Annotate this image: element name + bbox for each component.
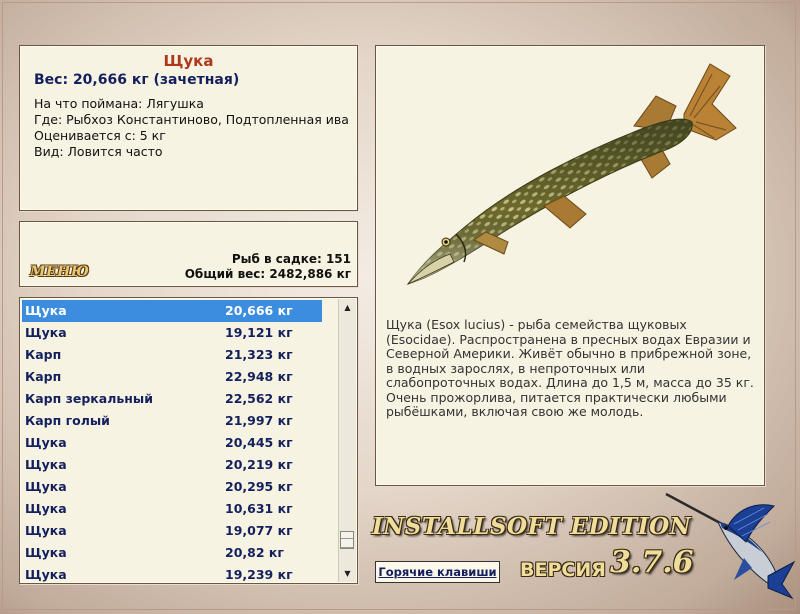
catch-fish-name: Щука: [25, 501, 67, 516]
menu-button[interactable]: МЕНЮ: [30, 264, 89, 280]
fish-description: Щука (Esox lucius) - рыба семейства щуко…: [386, 317, 754, 419]
catch-list-row[interactable]: Щука 20,445 кг: [22, 432, 338, 454]
scroll-up-button[interactable]: ▲: [340, 300, 355, 315]
catch-fish-weight: 22,562 кг: [225, 391, 293, 406]
catch-fish-name: Карп зеркальный: [25, 391, 153, 406]
catch-fish-name: Щука: [25, 457, 67, 472]
fish-description-panel: Щука (Esox lucius) - рыба семейства щуко…: [375, 45, 765, 486]
catch-list-rows: Щука 20,666 кг Щука 19,121 кг Карп 21,323 кг К…: [22, 300, 338, 583]
catch-list-row[interactable]: Карп 22,948 кг: [22, 366, 338, 388]
catch-fish-weight: 19,121 кг: [225, 325, 293, 340]
pike-image: [406, 63, 737, 286]
catch-fish-weight: 20,445 кг: [225, 435, 293, 450]
catch-location: Где: Рыбхоз Константиново, Подтопленная …: [34, 112, 349, 127]
marlin-logo-icon: [665, 492, 796, 600]
keepnet-stats-panel: МЕНЮ Рыб в садке: 151 Общий вес: 2482,88…: [19, 221, 358, 287]
scroll-thumb[interactable]: [340, 531, 354, 549]
catch-fish-weight: 20,219 кг: [225, 457, 293, 472]
catch-list-row[interactable]: Щука 20,82 кг: [22, 542, 338, 564]
total-weight: Общий вес: 2482,886 кг: [184, 267, 351, 281]
fish-weight: Вес: 20,666 кг (зачетная): [34, 72, 240, 88]
list-scrollbar[interactable]: ▲ ▼: [338, 299, 356, 582]
catch-fish-name: Щука: [25, 479, 67, 494]
edition-logo-text: INSTALLSOFT EDITION: [372, 513, 692, 540]
catch-fish-name: Щука: [25, 567, 67, 582]
catch-fish-name: Щука: [25, 325, 67, 340]
catch-fish-name: Щука: [25, 523, 67, 538]
arrow-up-icon: ▲: [344, 303, 351, 312]
fish-count: Рыб в садке: 151: [231, 252, 351, 266]
catch-list[interactable]: Щука 20,666 кг Щука 19,121 кг Карп 21,323 кг К…: [19, 297, 358, 584]
keepnet-counts: Рыб в садке: 151 Общий вес: 2482,886 кг: [185, 252, 351, 282]
catch-fish-weight: 21,997 кг: [225, 413, 293, 428]
fish-kind: Вид: Ловится часто: [34, 144, 163, 159]
catch-list-row[interactable]: Карп голый 21,997 кг: [22, 410, 338, 432]
catch-list-row[interactable]: Карп 21,323 кг: [22, 344, 338, 366]
catch-fish-name: Щука: [25, 303, 67, 318]
fish-title: Щука: [163, 52, 214, 70]
catch-list-row[interactable]: Карп зеркальный 22,562 кг: [22, 388, 338, 410]
catch-fish-weight: 21,323 кг: [225, 347, 293, 362]
catch-list-row[interactable]: Щука 19,121 кг: [22, 322, 338, 344]
catch-fish-weight: 20,666 кг: [225, 303, 293, 318]
catch-fish-weight: 20,295 кг: [225, 479, 293, 494]
catch-fish-name: Карп голый: [25, 413, 110, 428]
catch-info-panel: Щука Вес: 20,666 кг (зачетная) На что по…: [19, 45, 358, 211]
arrow-down-icon: ▼: [344, 569, 351, 578]
catch-list-row[interactable]: Щука 19,077 кг: [22, 520, 338, 542]
caught-with: На что поймана: Лягушка: [34, 96, 204, 111]
catch-list-row[interactable]: Щука 20,666 кг: [22, 300, 322, 322]
catch-fish-weight: 22,948 кг: [225, 369, 293, 384]
catch-fish-weight: 10,631 кг: [225, 501, 293, 516]
version-label: ВЕРСИЯ: [520, 559, 606, 581]
catch-list-row[interactable]: Щука 20,219 кг: [22, 454, 338, 476]
catch-fish-name: Карп: [25, 369, 62, 384]
catch-fish-name: Карп: [25, 347, 62, 362]
catch-fish-weight: 19,239 кг: [225, 567, 293, 582]
catch-fish-weight: 19,077 кг: [225, 523, 293, 538]
hotkeys-button[interactable]: Горячие клавиши: [375, 561, 500, 583]
catch-list-row[interactable]: Щука 19,239 кг: [22, 564, 338, 583]
catch-fish-weight: 20,82 кг: [225, 545, 284, 560]
catch-list-row[interactable]: Щука 10,631 кг: [22, 498, 338, 520]
catch-fish-name: Щука: [25, 545, 67, 560]
scroll-down-button[interactable]: ▼: [340, 566, 355, 581]
catch-list-row[interactable]: Щука 20,295 кг: [22, 476, 338, 498]
catch-details: На что поймана: Лягушка Где: Рыбхоз Конс…: [34, 96, 349, 160]
catch-fish-name: Щука: [25, 435, 67, 450]
rated-from: Оценивается с: 5 кг: [34, 128, 166, 143]
